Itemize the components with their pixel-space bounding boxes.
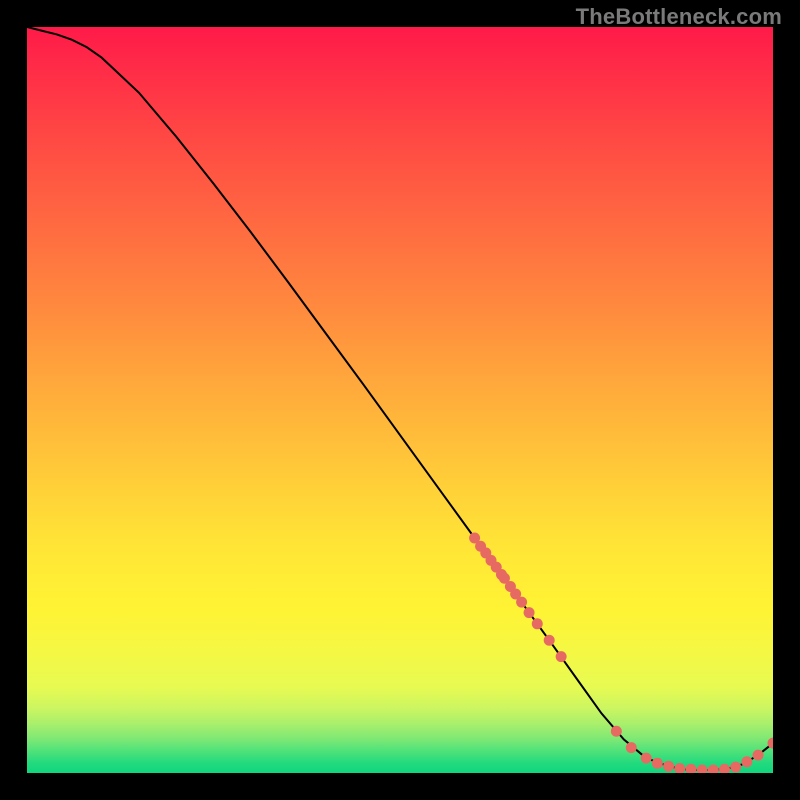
marker-dot bbox=[544, 635, 555, 646]
marker-dot bbox=[556, 651, 567, 662]
marker-dot bbox=[730, 762, 741, 773]
marker-dot bbox=[516, 597, 527, 608]
marker-dot bbox=[652, 758, 663, 769]
plot-area bbox=[27, 27, 773, 773]
marker-dot bbox=[641, 753, 652, 764]
marker-dot bbox=[626, 742, 637, 753]
chart-svg bbox=[27, 27, 773, 773]
marker-dot bbox=[532, 618, 543, 629]
marker-dot bbox=[611, 726, 622, 737]
marker-dot bbox=[753, 750, 764, 761]
marker-dot bbox=[663, 761, 674, 772]
marker-dot bbox=[741, 756, 752, 767]
watermark-text: TheBottleneck.com bbox=[576, 4, 782, 30]
gradient-background bbox=[27, 27, 773, 773]
chart-frame: TheBottleneck.com bbox=[0, 0, 800, 800]
marker-dot bbox=[524, 607, 535, 618]
